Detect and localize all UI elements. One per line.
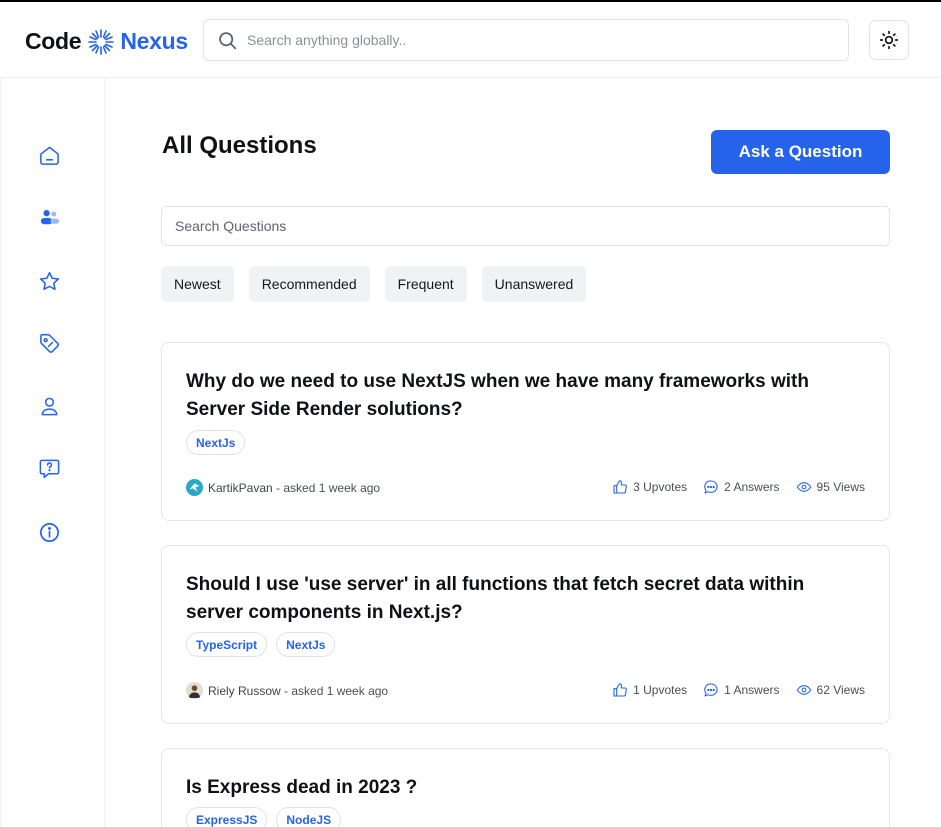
info-icon [39,522,59,542]
asked-time: - asked 1 week ago [272,480,381,495]
tag-icon [39,333,59,353]
filter-newest[interactable]: Newest [161,266,234,302]
sun-icon [879,30,899,50]
main-content: All Questions Ask a Question Newest Reco… [105,79,941,827]
upvotes-count: 3 Upvotes [633,480,688,494]
logo-text-left: Code [25,28,82,54]
views-count: 62 Views [816,683,865,697]
global-search-bar[interactable] [203,19,849,61]
question-author[interactable]: Riely Russow - asked 1 week ago [186,682,388,699]
question-title[interactable]: Why do we need to use NextJS when we hav… [186,368,846,424]
question-tags: NextJs [186,430,246,455]
avatar-bird-icon [189,483,200,492]
sidebar-item-about[interactable] [37,520,61,544]
answers-count: 2 Answers [724,480,780,494]
author-name: Riely Russow [208,683,281,698]
message-icon [704,480,718,494]
page-title: All Questions [162,132,317,159]
asked-time: - asked 1 week ago [280,683,389,698]
filter-recommended[interactable]: Recommended [248,266,370,302]
burst-logo-icon [88,28,115,55]
question-tags: TypeScript NextJs [186,632,336,657]
eye-icon [796,482,811,492]
logo-text-right: Nexus [120,28,188,54]
question-card: Is Express dead in 2023 ? ExpressJS Node… [161,748,890,827]
question-search-input[interactable] [161,206,890,246]
question-card: Should I use 'use server' in all functio… [161,545,890,724]
question-title[interactable]: Should I use 'use server' in all functio… [186,571,846,627]
avatar [186,479,203,496]
avatar-person-icon [188,685,201,698]
avatar [186,682,203,699]
tag-chip[interactable]: TypeScript [186,632,268,657]
ask-question-button[interactable]: Ask a Question [711,130,890,174]
answers-stat: 2 Answers [703,479,780,495]
views-stat: 62 Views [796,682,865,698]
navbar: Code Nexus [0,2,941,78]
views-count: 95 Views [816,480,865,494]
question-title[interactable]: Is Express dead in 2023 ? [186,774,846,802]
sidebar-item-community[interactable] [37,205,61,229]
question-tags: ExpressJS NodeJS [186,807,342,827]
thumbs-up-icon [613,683,627,697]
global-search-input[interactable] [247,32,807,48]
sidebar [0,79,105,827]
search-icon [219,31,237,49]
sidebar-item-home[interactable] [37,143,61,167]
sidebar-item-profile[interactable] [37,394,61,418]
upvotes-stat: 3 Upvotes [612,479,687,495]
sidebar-item-tags[interactable] [37,331,61,355]
upvotes-stat: 1 Upvotes [612,682,687,698]
tag-chip[interactable]: NextJs [186,430,246,455]
eye-icon [796,685,811,695]
sidebar-item-collections[interactable] [37,269,61,293]
author-name: KartikPavan [208,480,273,495]
message-icon [704,683,718,697]
tag-chip[interactable]: NextJs [276,632,336,657]
tag-chip[interactable]: ExpressJS [186,807,268,827]
views-stat: 95 Views [796,479,865,495]
question-card: Why do we need to use NextJS when we hav… [161,342,890,521]
question-stats: 3 Upvotes 2 Answers 95 Views [612,479,865,495]
filter-bar: Newest Recommended Frequent Unanswered [161,266,587,302]
star-icon [39,271,59,290]
question-author[interactable]: KartikPavan - asked 1 week ago [186,479,380,496]
filter-frequent[interactable]: Frequent [384,266,467,302]
answers-stat: 1 Answers [703,682,780,698]
question-stats: 1 Upvotes 1 Answers 62 Views [612,682,865,698]
home-icon [39,146,59,165]
tag-chip[interactable]: NodeJS [276,807,342,827]
question-icon [39,459,59,478]
logo[interactable]: Code Nexus [25,28,188,55]
sidebar-item-ask-question[interactable] [37,456,61,480]
thumbs-up-icon [613,480,627,494]
upvotes-count: 1 Upvotes [633,683,688,697]
community-icon [40,209,59,224]
answers-count: 1 Answers [724,683,780,697]
profile-icon [41,397,57,415]
theme-toggle-button[interactable] [869,20,909,60]
filter-unanswered[interactable]: Unanswered [481,266,587,302]
